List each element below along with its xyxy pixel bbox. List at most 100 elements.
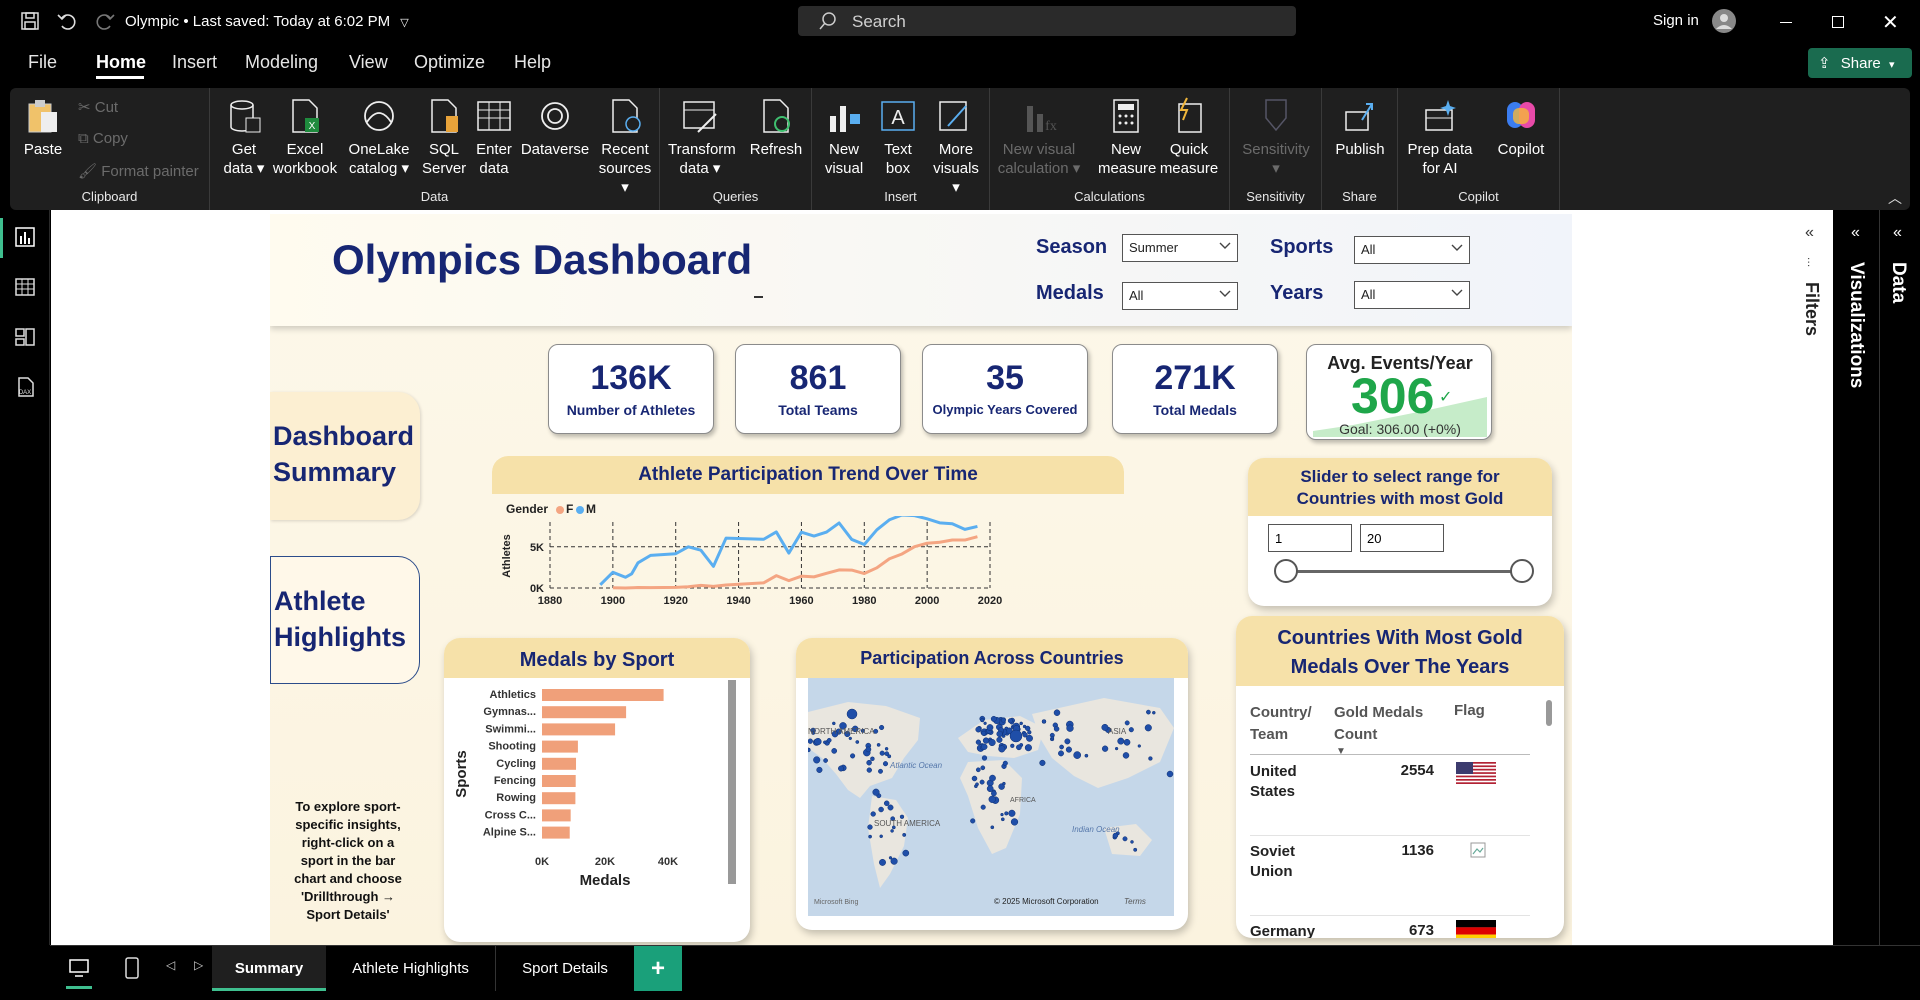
enter-data-button[interactable]: Enter data — [474, 96, 514, 178]
desktop-layout-icon[interactable] — [68, 957, 90, 984]
format-painter-button[interactable]: 🖌 Format painter — [78, 162, 199, 180]
map-bubble[interactable] — [823, 740, 827, 745]
map-bubble[interactable] — [1026, 734, 1033, 742]
map-bubble[interactable] — [870, 756, 875, 762]
map-bubble[interactable] — [1002, 781, 1006, 786]
collapse-ribbon-icon[interactable]: ︿ — [1888, 188, 1902, 208]
map-bubble[interactable] — [980, 804, 986, 810]
map-bubble[interactable] — [1124, 720, 1130, 726]
map-bubble[interactable] — [855, 740, 860, 744]
new-measure-button[interactable]: New measure — [1098, 96, 1156, 178]
page-tab-athlete-highlights[interactable]: Athlete Highlights — [326, 946, 496, 991]
map-bubble[interactable] — [990, 825, 995, 830]
map-bubble[interactable] — [975, 782, 979, 787]
map-bubble[interactable] — [975, 767, 981, 773]
new-visual-calculation-button[interactable]: fx New visual calculation ▾ — [996, 96, 1082, 178]
table-row[interactable]: United States 2554 — [1250, 758, 1530, 836]
map-bubble[interactable] — [1000, 817, 1005, 822]
map-bubble[interactable] — [1144, 724, 1152, 732]
map-bubble[interactable] — [890, 857, 898, 865]
map-bubble[interactable] — [1022, 724, 1027, 729]
map-bubble[interactable] — [1122, 836, 1128, 842]
map-bubble[interactable] — [1002, 760, 1008, 766]
map-bubble[interactable] — [979, 779, 985, 785]
kpi-medals-card[interactable]: 271K Total Medals — [1112, 344, 1278, 434]
bar[interactable] — [542, 740, 578, 753]
search-box[interactable]: Search — [798, 6, 1296, 36]
transform-data-button[interactable]: Transform data ▾ — [668, 96, 736, 178]
cut-button[interactable]: ✂ Cut — [78, 98, 118, 116]
bar[interactable] — [542, 723, 616, 736]
map-bubble[interactable] — [867, 824, 873, 830]
map-bubble[interactable] — [983, 721, 987, 725]
map-bubble[interactable] — [878, 768, 883, 774]
map-bubble[interactable] — [878, 806, 884, 813]
map-bubble[interactable] — [988, 738, 996, 747]
map-bubble[interactable] — [872, 788, 880, 796]
map-bubble[interactable] — [848, 736, 852, 741]
menu-insert[interactable]: Insert — [172, 52, 217, 73]
filters-pane-label[interactable]: Filters — [1801, 282, 1822, 336]
save-icon[interactable] — [20, 11, 40, 31]
bar-chart-scrollbar[interactable] — [728, 680, 736, 884]
map-bubble[interactable] — [1050, 735, 1055, 740]
map-bubble[interactable] — [1101, 745, 1109, 752]
athlete-highlights-button[interactable]: Athlete Highlights — [270, 556, 420, 684]
participation-trend-card[interactable]: Athlete Participation Trend Over Time Ge… — [492, 456, 1124, 610]
map-bubble[interactable] — [902, 832, 907, 837]
map-bubble[interactable] — [1041, 719, 1047, 724]
map-bubble[interactable] — [1148, 756, 1153, 761]
map-bubble[interactable] — [980, 718, 985, 723]
map-bubble[interactable] — [990, 715, 997, 722]
slider-handle-min[interactable] — [1274, 559, 1298, 583]
map-bubble[interactable] — [991, 790, 997, 797]
map-bubble[interactable] — [1128, 727, 1134, 733]
map-bubble[interactable] — [870, 811, 876, 817]
bar[interactable] — [542, 689, 664, 701]
sort-desc-icon[interactable]: ▼ — [1336, 746, 1346, 757]
map-bubble[interactable] — [1166, 770, 1174, 778]
map-bubble[interactable] — [865, 746, 872, 753]
new-visual-button[interactable]: New visual — [822, 96, 866, 178]
sql-server-button[interactable]: SQL Server — [422, 96, 466, 178]
map-bubble[interactable] — [1122, 752, 1130, 759]
medals-dropdown[interactable]: All — [1122, 282, 1238, 310]
map-bubble[interactable] — [1123, 738, 1131, 746]
bar[interactable] — [542, 706, 627, 719]
map-bubble[interactable] — [1073, 751, 1082, 759]
bar[interactable] — [542, 809, 571, 822]
map-bubble[interactable] — [866, 767, 872, 773]
share-button[interactable]: ⇪ Share ▾ — [1808, 48, 1912, 78]
map-bubble[interactable] — [1065, 746, 1072, 753]
map-bubble[interactable] — [982, 737, 990, 744]
table-scrollbar[interactable] — [1546, 700, 1552, 726]
map-bubble[interactable] — [850, 753, 856, 759]
map-bubble[interactable] — [970, 818, 976, 824]
map-bubble[interactable] — [879, 858, 886, 866]
menu-help[interactable]: Help — [514, 52, 551, 73]
map-bubble[interactable] — [980, 765, 986, 771]
map-bubble[interactable] — [1008, 809, 1016, 817]
map-bubble[interactable] — [1019, 721, 1023, 726]
map-bubble[interactable] — [1000, 717, 1006, 723]
map-bubble[interactable] — [866, 759, 872, 766]
map-bubble[interactable] — [1137, 744, 1141, 748]
menu-modeling[interactable]: Modeling — [245, 52, 318, 73]
bar[interactable] — [542, 757, 577, 770]
refresh-button[interactable]: Refresh — [748, 96, 804, 159]
map-bubble[interactable] — [884, 747, 889, 751]
next-page-icon[interactable]: ▷ — [194, 958, 203, 972]
map-bubble[interactable] — [1039, 759, 1046, 766]
table-view-icon[interactable] — [14, 276, 36, 303]
prev-page-icon[interactable]: ◁ — [166, 958, 175, 972]
excel-workbook-button[interactable]: X Excel workbook — [272, 96, 338, 178]
map-bubble[interactable] — [1066, 724, 1074, 732]
map-bubble[interactable] — [1133, 847, 1138, 852]
map-bubble[interactable] — [823, 758, 828, 763]
menu-optimize[interactable]: Optimize — [414, 52, 485, 73]
map-bubble[interactable] — [808, 747, 811, 753]
map-bubble[interactable] — [998, 745, 1006, 753]
add-page-button[interactable]: + — [634, 946, 682, 991]
map-bubble[interactable] — [832, 721, 836, 726]
visualizations-pane-label[interactable]: Visualizations — [1845, 262, 1867, 388]
